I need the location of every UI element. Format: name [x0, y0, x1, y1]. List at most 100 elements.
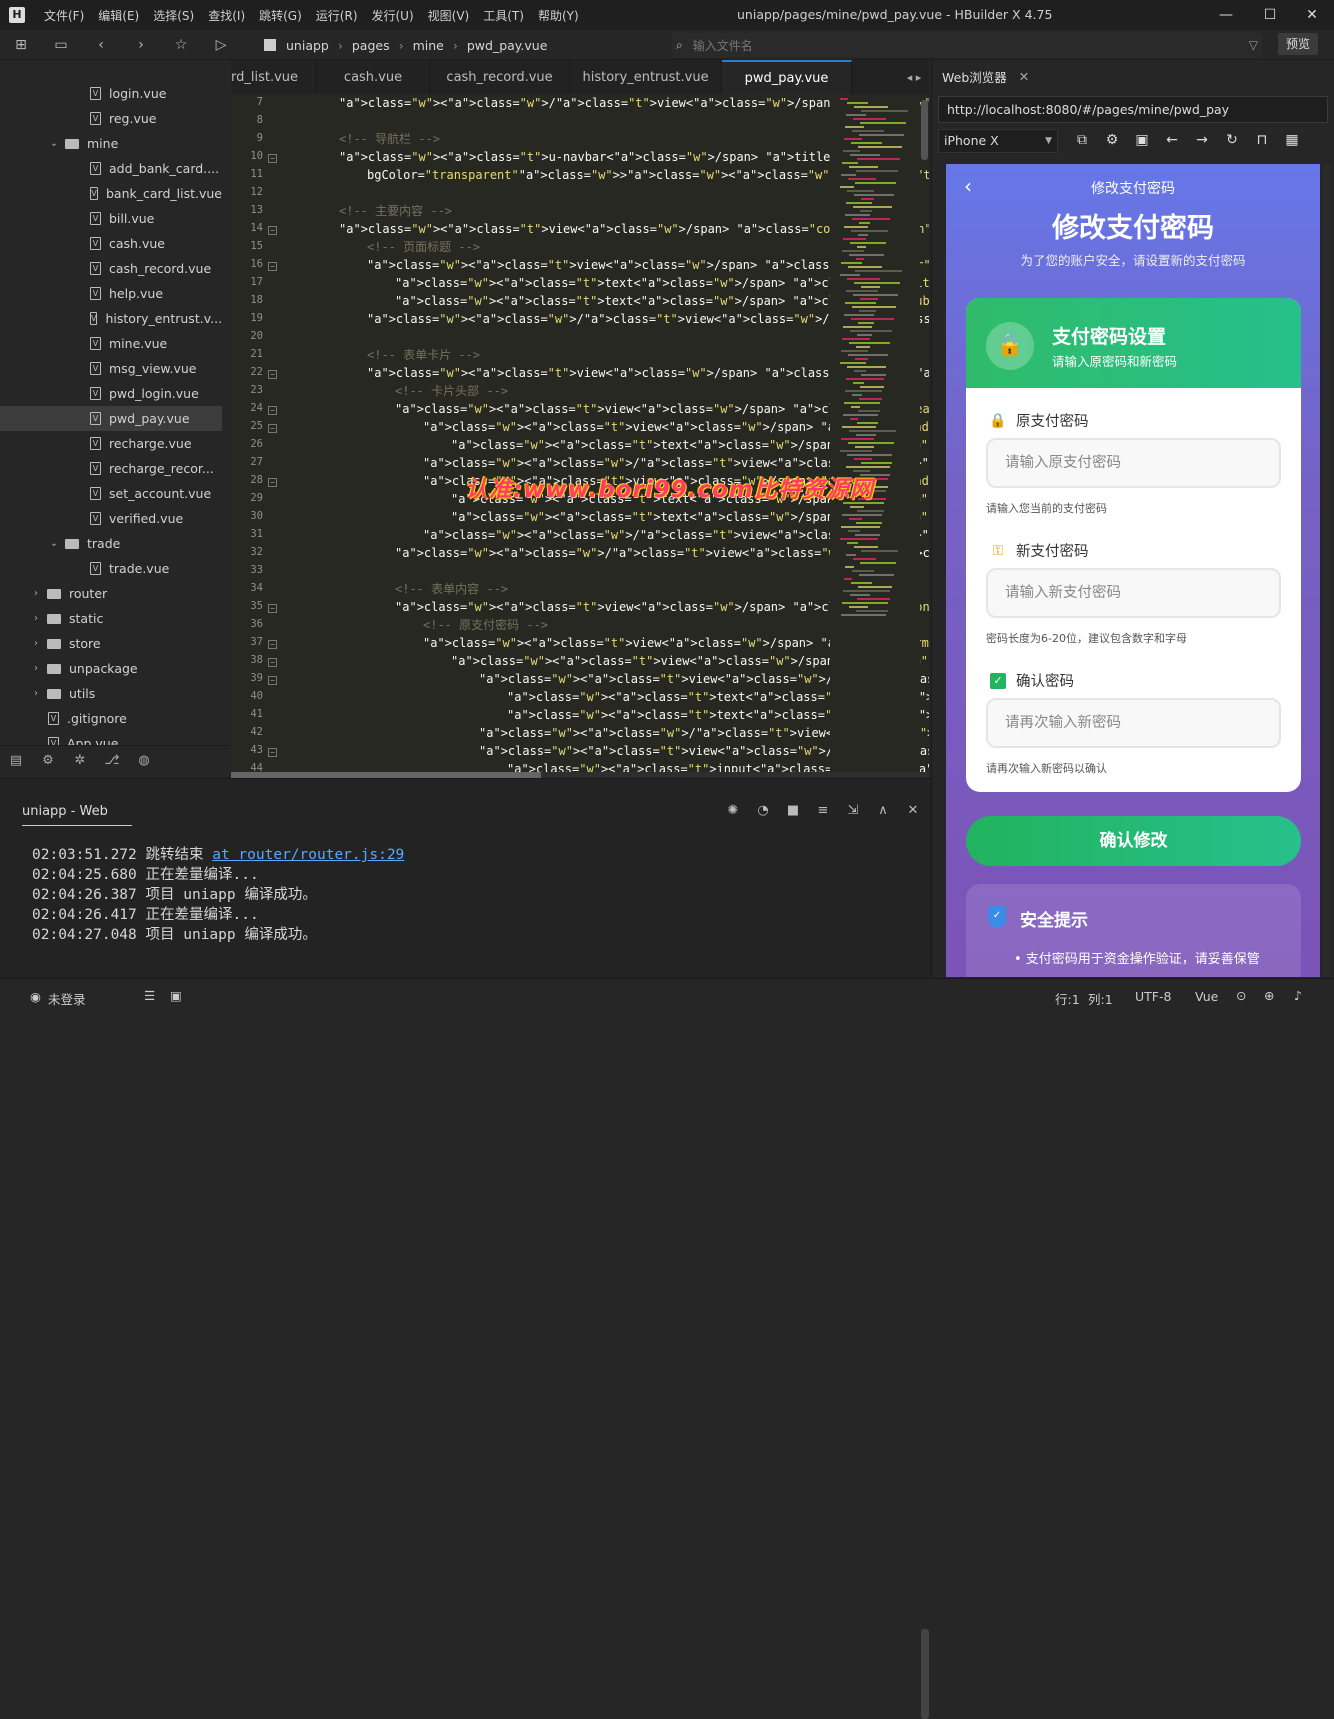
chevron-down-icon[interactable]: ⌄ [48, 538, 60, 549]
git-icon[interactable]: ⎇ [96, 753, 128, 768]
forward-icon[interactable]: › [128, 32, 154, 58]
log-source-link[interactable]: at router/router.js:29 [212, 847, 404, 863]
tab-scroll-arrows[interactable]: ◂ ▸ [899, 60, 929, 94]
fold-toggle-icon[interactable]: − [268, 262, 277, 271]
restart-icon[interactable]: ◔ [748, 803, 778, 818]
close-tab-icon[interactable]: ✕ [1019, 69, 1029, 84]
chevron-right-icon[interactable]: › [30, 688, 42, 699]
tab-rd-list[interactable]: rd_list.vue [231, 60, 318, 94]
tab-cash-record[interactable]: cash_record.vue [430, 60, 571, 94]
fold-toggle-icon[interactable]: − [268, 604, 277, 613]
minimap[interactable] [830, 94, 920, 774]
fold-toggle-icon[interactable]: − [268, 658, 277, 667]
chevron-right-icon[interactable]: › [30, 638, 42, 649]
cursor-col[interactable]: 列:1 [1088, 989, 1113, 1008]
fold-toggle-icon[interactable]: − [268, 370, 277, 379]
refresh-icon[interactable]: ↻ [1217, 132, 1247, 148]
fold-toggle-icon[interactable]: − [268, 226, 277, 235]
debug-icon[interactable]: ✺ [718, 803, 748, 818]
new-file-icon[interactable]: ⊞ [8, 32, 34, 58]
export-icon[interactable]: ⇲ [838, 803, 868, 818]
search-status-icon[interactable]: ⊙ [1236, 988, 1246, 1003]
menu-publish[interactable]: 发行(U) [365, 7, 421, 24]
back-icon[interactable]: ‹ [88, 32, 114, 58]
chevron-right-icon[interactable]: › [30, 588, 42, 599]
lock-icon[interactable]: ⊓ [1247, 132, 1277, 148]
sidebar-item[interactable]: Vset_account.vue [0, 481, 222, 506]
sidebar-item[interactable]: › utils [0, 681, 222, 706]
save-icon[interactable]: ▭ [48, 32, 74, 58]
menu-view[interactable]: 视图(V) [421, 7, 477, 24]
menu-edit[interactable]: 编辑(E) [91, 7, 146, 24]
sidebar-item[interactable]: › unpackage [0, 656, 222, 681]
sidebar-item[interactable]: Vcash_record.vue [0, 256, 222, 281]
maximize-button[interactable]: ☐ [1248, 0, 1292, 30]
sidebar-item[interactable]: Vlogin.vue [0, 81, 222, 106]
sidebar-item[interactable]: Vtrade.vue [0, 556, 222, 581]
filter-log-icon[interactable]: ≡ [808, 803, 838, 818]
sidebar-item[interactable]: Vcash.vue [0, 231, 222, 256]
editor-vscroll[interactable] [921, 100, 928, 160]
sidebar-item[interactable]: Vhistory_entrust.v... [0, 306, 222, 331]
encoding[interactable]: UTF-8 [1135, 989, 1171, 1004]
cursor-line[interactable]: 行:1 [1055, 989, 1080, 1008]
fold-toggle-icon[interactable]: − [268, 748, 277, 757]
sidebar-item[interactable]: › store [0, 631, 222, 656]
fold-toggle-icon[interactable]: − [268, 478, 277, 487]
breadcrumb-item[interactable]: uniapp [286, 38, 329, 53]
sidebar-item[interactable]: Vrecharge.vue [0, 431, 222, 456]
file-search-input[interactable]: 输入文件名 [693, 37, 753, 54]
close-window-button[interactable]: ✕ [1290, 0, 1334, 30]
devtools-icon[interactable]: ▣ [1127, 132, 1157, 148]
star-icon[interactable]: ☆ [168, 32, 194, 58]
menu-file[interactable]: 文件(F) [37, 7, 91, 24]
fold-toggle-icon[interactable]: − [268, 154, 277, 163]
sidebar-item[interactable]: V .gitignore [0, 706, 222, 731]
stop-icon[interactable]: ■ [778, 803, 808, 818]
sidebar-item[interactable]: Vrecharge_recor... [0, 456, 222, 481]
debug-icon[interactable]: ✲ [64, 753, 96, 768]
menu-goto[interactable]: 跳转(G) [252, 7, 309, 24]
sidebar-item[interactable]: Vhelp.vue [0, 281, 222, 306]
console-scroll[interactable] [921, 1629, 929, 1719]
browser-tab[interactable]: Web浏览器 ✕ [942, 67, 1029, 86]
menu-run[interactable]: 运行(R) [309, 7, 365, 24]
sidebar-item[interactable]: Vpwd_pay.vue [0, 406, 222, 431]
old-password-input[interactable]: 请输入原支付密码 [986, 438, 1281, 488]
sidebar-item[interactable]: Vadd_bank_card.... [0, 156, 222, 181]
sidebar-item[interactable]: Vbill.vue [0, 206, 222, 231]
minimize-button[interactable]: — [1204, 0, 1248, 30]
sidebar-item[interactable]: Vpwd_login.vue [0, 381, 222, 406]
bell-icon[interactable]: ♪ [1294, 988, 1302, 1003]
qrcode-icon[interactable]: ▦ [1277, 132, 1307, 148]
close-console-icon[interactable]: ✕ [898, 803, 928, 818]
back-arrow-icon[interactable]: ← [1157, 132, 1187, 148]
fold-toggle-icon[interactable]: − [268, 424, 277, 433]
new-password-input[interactable]: 请输入新支付密码 [986, 568, 1281, 618]
terminal-icon[interactable]: ▣ [170, 988, 182, 1003]
fold-toggle-icon[interactable]: − [268, 640, 277, 649]
sidebar-item[interactable]: Vverified.vue [0, 506, 222, 531]
login-status[interactable]: 未登录 [48, 989, 86, 1008]
run-icon[interactable]: ▷ [208, 32, 234, 58]
explorer-icon[interactable]: ▤ [0, 753, 32, 768]
fold-toggle-icon[interactable]: − [268, 676, 277, 685]
chevron-right-icon[interactable]: › [30, 613, 42, 624]
sidebar-item[interactable]: › router [0, 581, 222, 606]
forward-arrow-icon[interactable]: → [1187, 132, 1217, 148]
code-editor[interactable]: 7 8 9 10−11 12 13 14−15 16−17 18 19 20 21 22−23 24−25… [231, 94, 929, 774]
language-mode[interactable]: Vue [1195, 989, 1218, 1004]
device-select[interactable]: iPhone X ▼ [938, 129, 1058, 153]
breadcrumb-item[interactable]: pages [352, 38, 390, 53]
confirm-button[interactable]: 确认修改 [966, 816, 1301, 866]
sidebar-item[interactable]: › static [0, 606, 222, 631]
console-tab[interactable]: uniapp - Web [22, 804, 132, 826]
download-icon[interactable]: ⊕ [1264, 988, 1274, 1003]
breadcrumb-item[interactable]: pwd_pay.vue [467, 38, 548, 53]
sidebar-item[interactable]: Vmine.vue [0, 331, 222, 356]
confirm-password-input[interactable]: 请再次输入新密码 [986, 698, 1281, 748]
sidebar-item[interactable]: ⌄ mine [0, 131, 222, 156]
fold-toggle-icon[interactable]: − [268, 406, 277, 415]
tab-cash[interactable]: cash.vue [317, 60, 431, 94]
chevron-down-icon[interactable]: ⌄ [48, 138, 60, 149]
